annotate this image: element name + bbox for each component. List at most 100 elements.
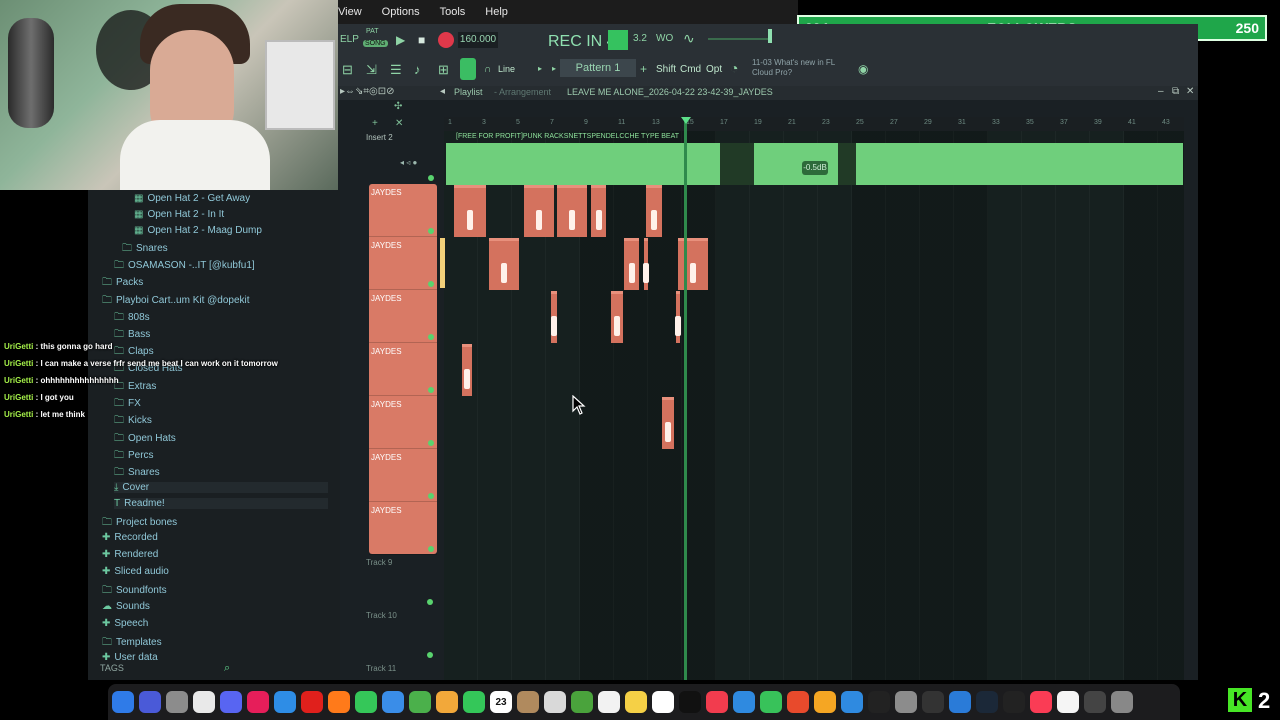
dock-firefox-icon[interactable] [328, 691, 350, 713]
browser-item[interactable]: ⤓ Cover [114, 482, 328, 493]
dock-opera-icon[interactable] [301, 691, 323, 713]
stop-button[interactable]: ■ [418, 33, 425, 47]
vocal-clip[interactable] [591, 185, 606, 237]
line-mode-arrow-icon[interactable]: ▸ [538, 64, 542, 73]
dock-mail-icon[interactable] [382, 691, 404, 713]
dock-pages-icon[interactable] [814, 691, 836, 713]
dock-facetime-icon[interactable] [463, 691, 485, 713]
vocal-clip[interactable] [678, 238, 708, 290]
master-volume-slider[interactable] [708, 38, 768, 40]
track-mute-led[interactable] [427, 599, 433, 605]
browser-item[interactable]: 🗀 Kicks [114, 413, 328, 430]
cmd-modifier[interactable]: Cmd [680, 64, 701, 75]
insert-track-led[interactable] [428, 175, 434, 181]
dock-trash-icon[interactable] [1111, 691, 1133, 713]
search-icon[interactable]: ⌕ [224, 662, 230, 675]
vocal-clip[interactable] [551, 291, 557, 343]
news-icon[interactable]: ◔ [730, 60, 738, 76]
track-header-empty[interactable]: Track 10 [366, 607, 441, 660]
browser-item[interactable]: 🗀 Percs [114, 448, 328, 465]
add-track-icon[interactable]: + [372, 118, 378, 129]
vocal-clip[interactable] [462, 344, 472, 396]
dock-steam-icon[interactable] [976, 691, 998, 713]
playlist-tools-icon[interactable]: ▸⇔⇘⌗◎⊡⊘ [340, 86, 395, 97]
dock-obs-icon[interactable] [922, 691, 944, 713]
dock-safari-icon[interactable] [274, 691, 296, 713]
browser-item[interactable]: 🗀 Snares [122, 241, 328, 258]
dock-photos-icon[interactable] [436, 691, 458, 713]
opt-modifier[interactable]: Opt [706, 64, 722, 75]
play-button[interactable]: ▶ [396, 33, 405, 47]
add-pattern-icon[interactable]: + [640, 62, 647, 76]
dock-ghost-icon[interactable] [544, 691, 566, 713]
track-header[interactable]: JAYDES [369, 184, 437, 237]
wait-input-icon[interactable]: WO [656, 33, 673, 44]
track-header[interactable]: JAYDES [369, 396, 437, 449]
browser-item[interactable]: ✚ Speech [102, 618, 328, 629]
dock-tv-icon[interactable] [679, 691, 701, 713]
online-icon[interactable]: ◉ [858, 62, 868, 76]
track-header[interactable]: JAYDES [369, 449, 437, 502]
loop-record-icon[interactable]: ∿ [683, 30, 695, 47]
menu-view[interactable]: View [338, 6, 362, 18]
track-header[interactable]: JAYDES [369, 290, 437, 343]
song-toggle[interactable]: SONG [363, 40, 388, 47]
dock-notes-icon[interactable] [625, 691, 647, 713]
browser-item[interactable]: 🗀 Playboi Cart..um Kit @dopekit [102, 293, 328, 310]
vocal-clip[interactable] [524, 185, 554, 237]
dock-flstudio-icon[interactable] [787, 691, 809, 713]
dock-capcut-icon[interactable] [1003, 691, 1025, 713]
browser-item[interactable]: 🗀 Bass [114, 327, 328, 344]
piano-roll-icon[interactable]: ♪ [414, 62, 421, 77]
mixer-icon[interactable]: ⇲ [366, 62, 377, 78]
tempo-display[interactable]: 160.000 [458, 32, 498, 48]
browser-toggle-icon[interactable]: ⊞ [438, 62, 449, 78]
vocal-clip[interactable] [646, 185, 662, 237]
dock-settings-icon[interactable] [895, 691, 917, 713]
dock-minecraft-icon[interactable] [571, 691, 593, 713]
dock-fl-alt-icon[interactable] [868, 691, 890, 713]
track-mute-led[interactable] [427, 652, 433, 658]
browser-item[interactable]: ▦ Open Hat 2 - Get Away [134, 193, 328, 204]
browser-item[interactable]: ✚ Rendered [102, 549, 328, 560]
track-mute-led[interactable] [428, 387, 434, 393]
track-header[interactable]: JAYDES [369, 343, 437, 396]
minimize-icon[interactable]: – [1158, 86, 1164, 97]
browser-item[interactable]: 🗀 808s [114, 310, 328, 327]
countdown-icon[interactable]: 3.2 [633, 33, 647, 44]
snap-tool-icon[interactable]: ✣ [394, 101, 402, 112]
browser-item[interactable]: ✚ User data [102, 652, 328, 663]
dock-launchpad-icon[interactable] [139, 691, 161, 713]
dock-tiktok-icon[interactable] [247, 691, 269, 713]
snap-icon[interactable]: ⊟ [342, 62, 353, 78]
dock-music-icon[interactable] [1030, 691, 1052, 713]
track-header[interactable]: JAYDES [369, 502, 437, 555]
close-icon[interactable]: ✕ [1186, 86, 1194, 97]
dock-calendar-icon[interactable]: 23 [490, 691, 512, 713]
playhead-marker[interactable] [681, 117, 691, 124]
audio-input-mic-icon[interactable] [460, 58, 476, 80]
vocal-clip[interactable] [662, 397, 674, 449]
browser-item[interactable]: ▦ Open Hat 2 - In It [134, 209, 328, 220]
playhead[interactable] [684, 120, 687, 680]
vocal-clip[interactable] [454, 185, 486, 237]
browser-item[interactable]: 🗀 Soundfonts [102, 583, 328, 600]
browser-item[interactable]: ✚ Recorded [102, 532, 328, 543]
dock-numbers-icon[interactable] [760, 691, 782, 713]
dock-freeform-icon[interactable] [652, 691, 674, 713]
dock-appstore-icon[interactable] [841, 691, 863, 713]
dock-finder-icon[interactable] [112, 691, 134, 713]
browser-item[interactable]: ✚ Sliced audio [102, 566, 328, 577]
line-mode-label[interactable]: Line [498, 64, 515, 74]
browser-item[interactable]: 🗀 FX [114, 396, 328, 413]
browser-item[interactable]: 🗀 Snares [114, 465, 328, 482]
news-panel[interactable]: 11-03 What's new in FL Cloud Pro? [752, 58, 842, 78]
dock-news-icon[interactable] [706, 691, 728, 713]
vocal-clip[interactable] [643, 238, 649, 290]
track-mute-led[interactable] [428, 228, 434, 234]
track-mute-led[interactable] [428, 546, 434, 552]
menu-help[interactable]: Help [485, 6, 508, 18]
record-button[interactable] [438, 32, 454, 48]
dock-chrome-icon[interactable] [193, 691, 215, 713]
insert-track-controls[interactable]: ◂ ◃ ● [400, 158, 417, 167]
